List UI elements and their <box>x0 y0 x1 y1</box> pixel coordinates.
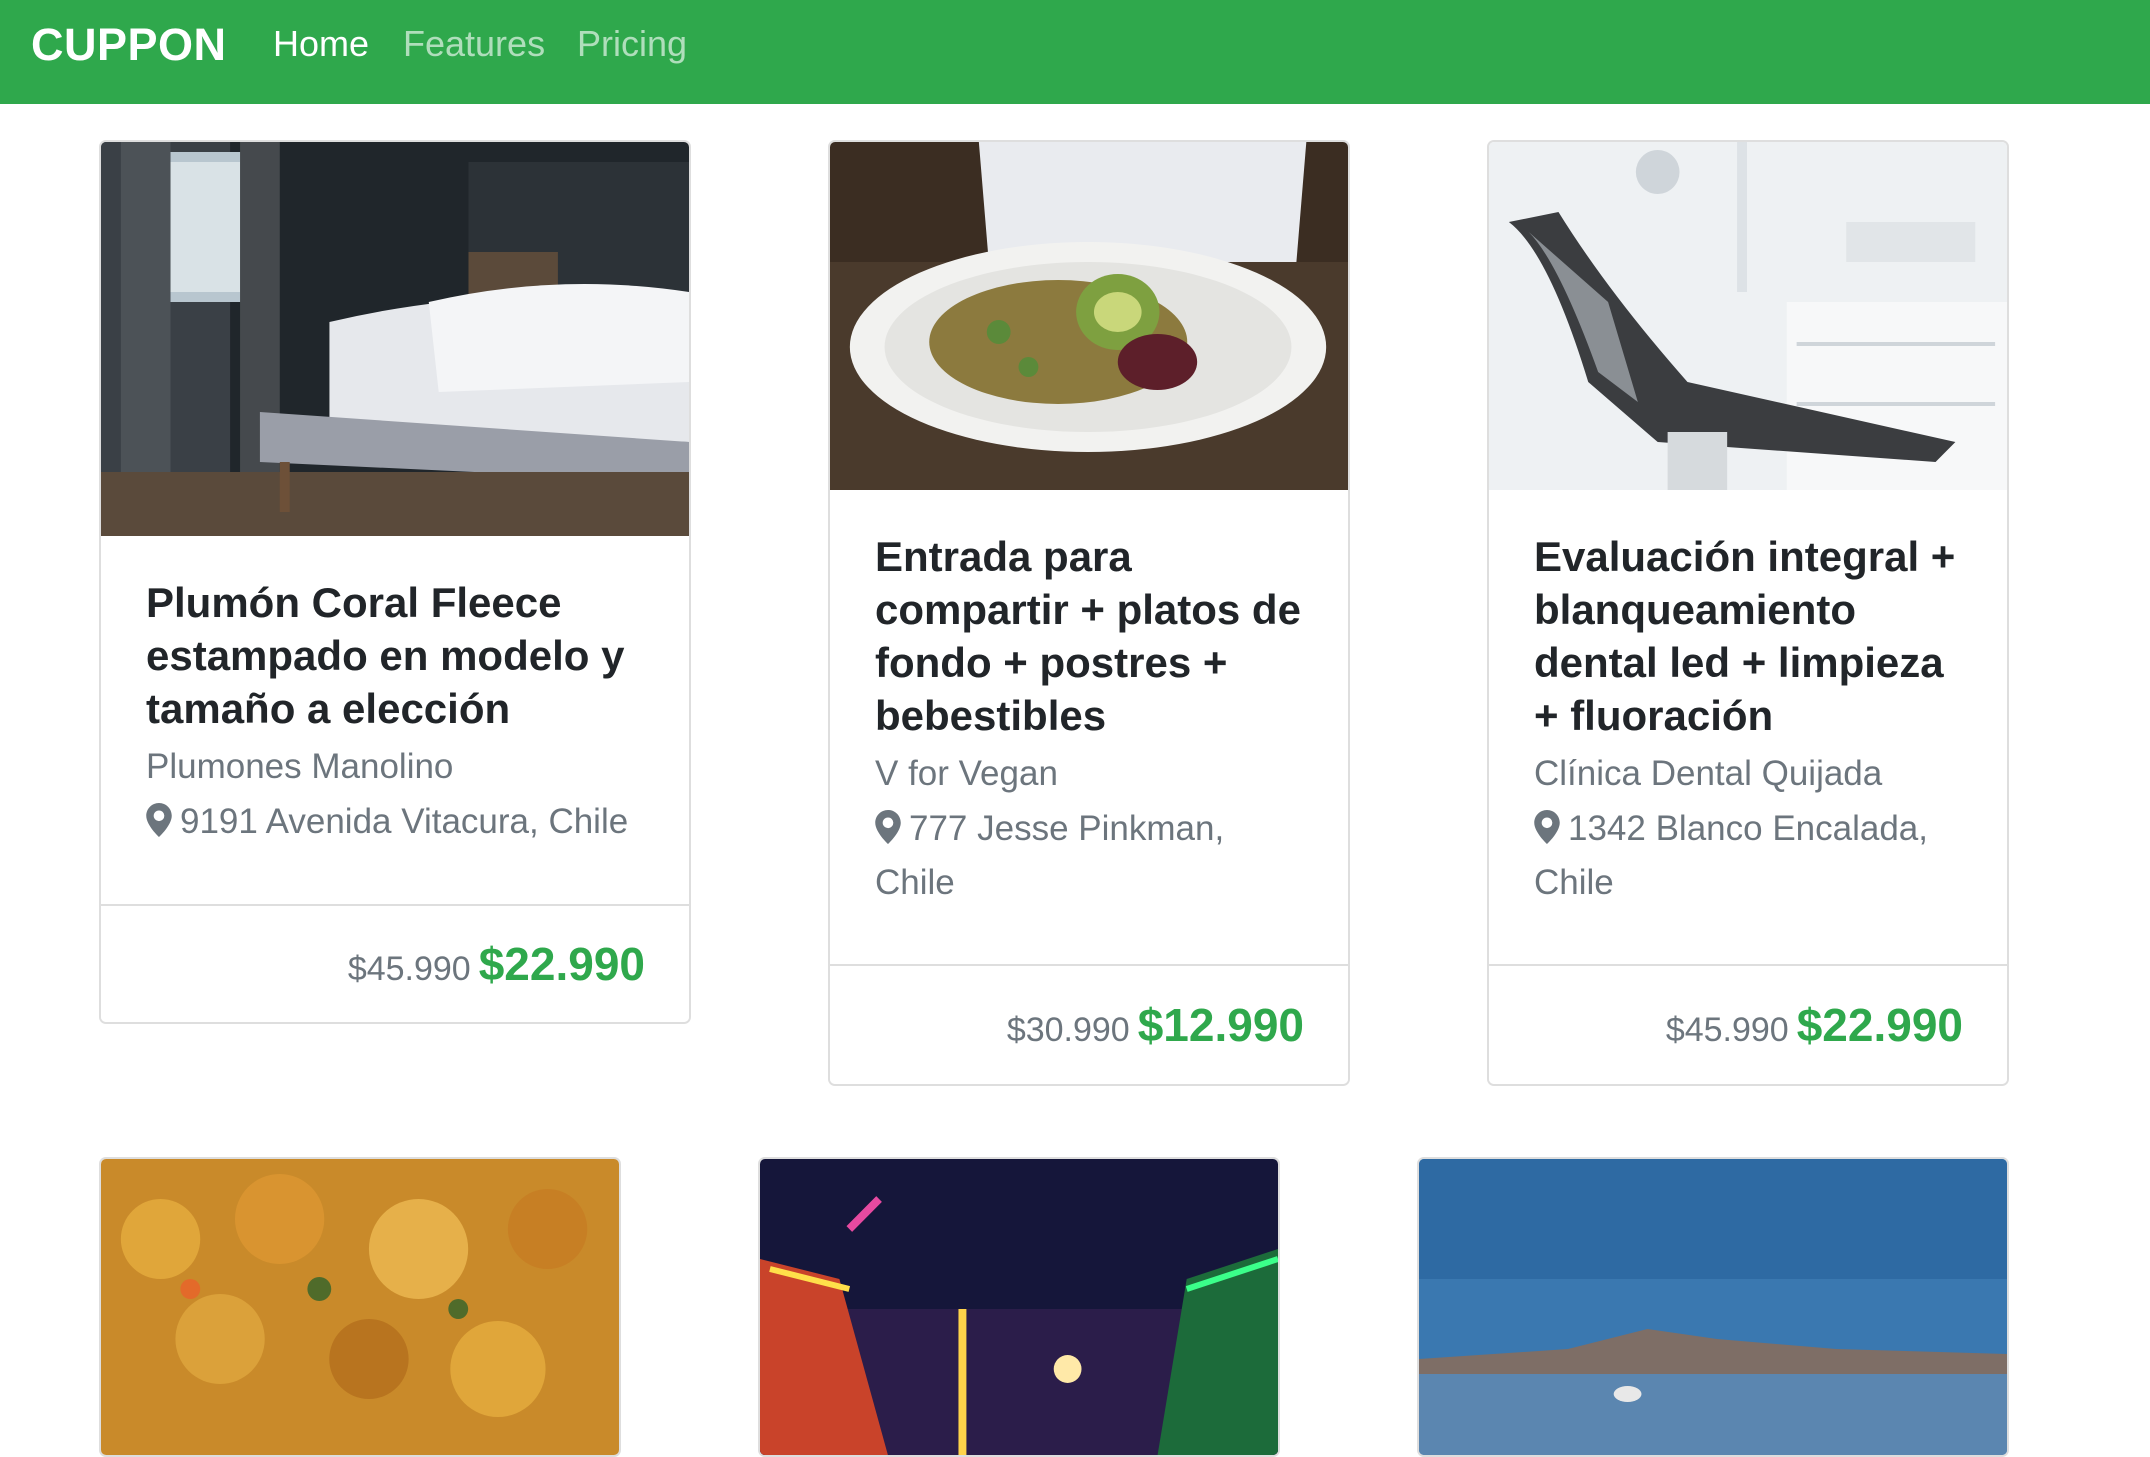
merchant-name: V for Vegan <box>875 754 1058 793</box>
map-marker-icon <box>146 803 172 837</box>
dental-chair-photo[interactable] <box>1489 142 2007 490</box>
card-body: Entrada para compartir + platos de fondo… <box>875 530 1308 910</box>
nav-link-pricing[interactable]: Pricing <box>577 23 687 65</box>
nav-link-home[interactable]: Home <box>273 23 369 65</box>
deal-card[interactable] <box>758 1157 1280 1457</box>
location-text: 777 Jesse Pinkman, Chile <box>875 809 1225 902</box>
deal-card[interactable] <box>99 1157 621 1457</box>
vegan-salad-photo[interactable] <box>830 142 1348 490</box>
deal-card[interactable]: Plumón Coral Fleece estampado en modelo … <box>99 140 691 1024</box>
deal-title[interactable]: Entrada para compartir + platos de fondo… <box>875 530 1308 742</box>
card-body: Plumón Coral Fleece estampado en modelo … <box>146 576 649 849</box>
deal-location: 9191 Avenida Vitacura, Chile <box>146 795 649 849</box>
navbar: CUPPON Home Features Pricing <box>0 0 2150 104</box>
deal-card[interactable]: Entrada para compartir + platos de fondo… <box>828 140 1350 1086</box>
card-footer: $30.990 $12.990 <box>830 964 1348 1084</box>
map-marker-icon <box>875 810 901 844</box>
deal-title[interactable]: Evaluación integral + blanqueamiento den… <box>1534 530 1967 742</box>
map-marker-icon <box>1534 810 1560 844</box>
nav-link-features[interactable]: Features <box>403 23 545 65</box>
new-price: $22.990 <box>478 938 645 990</box>
brand-logo[interactable]: CUPPON <box>31 19 227 71</box>
deal-location: 1342 Blanco Encalada, Chile <box>1534 802 1967 910</box>
lake-mountain-photo[interactable] <box>1419 1159 2007 1455</box>
location-text: 1342 Blanco Encalada, Chile <box>1534 809 1928 902</box>
old-price: $45.990 <box>347 950 471 988</box>
old-price: $45.990 <box>1665 1011 1789 1049</box>
deal-location: 777 Jesse Pinkman, Chile <box>875 802 1308 910</box>
carnival-night-photo[interactable] <box>760 1159 1278 1455</box>
card-footer: $45.990 $22.990 <box>1489 964 2007 1084</box>
card-body: Evaluación integral + blanqueamiento den… <box>1534 530 1967 910</box>
deal-card[interactable]: Evaluación integral + blanqueamiento den… <box>1487 140 2009 1086</box>
deal-card[interactable] <box>1417 1157 2009 1457</box>
new-price: $12.990 <box>1137 999 1304 1051</box>
old-price: $30.990 <box>1006 1011 1130 1049</box>
food-stew-photo[interactable] <box>101 1159 619 1455</box>
card-footer: $45.990 $22.990 <box>101 904 689 1022</box>
merchant-name: Plumones Manolino <box>146 747 454 786</box>
merchant-name: Clínica Dental Quijada <box>1534 754 1883 793</box>
bedroom-photo[interactable] <box>101 142 689 536</box>
deal-title[interactable]: Plumón Coral Fleece estampado en modelo … <box>146 576 649 735</box>
location-text: 9191 Avenida Vitacura, Chile <box>180 802 629 841</box>
new-price: $22.990 <box>1796 999 1963 1051</box>
